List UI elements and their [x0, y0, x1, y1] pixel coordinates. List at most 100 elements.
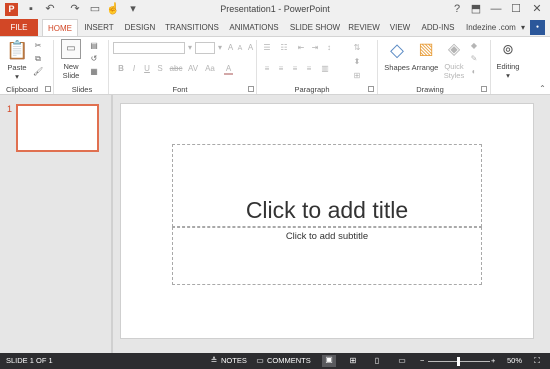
notes-button[interactable]: NOTES — [221, 353, 247, 369]
reset-icon[interactable]: ↺ — [88, 54, 100, 63]
editing-dropdown-icon[interactable]: ▾ — [493, 71, 523, 80]
character-spacing-button[interactable]: AV — [187, 64, 199, 73]
grow-font-icon[interactable]: A — [226, 43, 235, 52]
convert-to-smartart-icon[interactable]: ⊞ — [352, 71, 362, 80]
reading-view-icon[interactable]: ▯ — [372, 356, 382, 366]
shrink-font-icon[interactable]: A — [236, 44, 244, 53]
change-case-button[interactable]: Aa — [204, 64, 216, 73]
align-left-icon[interactable]: ≡ — [262, 64, 272, 73]
tab-animations[interactable]: ANIMATIONS — [225, 19, 283, 36]
maximize-button[interactable]: ☐ — [507, 1, 525, 17]
comments-icon[interactable]: ▭ — [255, 356, 265, 366]
increase-indent-icon[interactable]: ⇥ — [310, 43, 320, 52]
undo-icon[interactable]: ↶ — [43, 2, 57, 16]
text-shadow-button[interactable]: S — [156, 64, 164, 73]
shape-effects-icon[interactable]: ◐ — [469, 67, 479, 76]
paste-dropdown-icon[interactable]: ▾ — [3, 72, 31, 81]
shape-outline-icon[interactable]: ✎ — [469, 54, 479, 63]
fit-to-window-icon[interactable]: ⛶ — [532, 356, 542, 366]
underline-button[interactable]: U — [143, 64, 151, 73]
ribbon-display-options-button[interactable]: ⬒ — [467, 1, 485, 17]
justify-icon[interactable]: ≡ — [304, 64, 314, 73]
align-center-icon[interactable]: ≡ — [276, 64, 286, 73]
ribbon-tabs: FILE HOME INSERT DESIGN TRANSITIONS ANIM… — [0, 19, 550, 37]
shapes-icon[interactable]: ◇ — [386, 39, 408, 61]
new-slide-icon[interactable]: ▭ — [61, 39, 81, 59]
format-painter-icon[interactable]: 🖌 — [33, 67, 43, 76]
decrease-indent-icon[interactable]: ⇤ — [296, 43, 306, 52]
line-spacing-icon[interactable]: ↕ — [324, 43, 334, 52]
clear-formatting-icon[interactable]: A — [246, 43, 255, 52]
avatar[interactable]: ● — [530, 20, 545, 35]
font-launcher-icon[interactable] — [248, 86, 254, 92]
customize-qat-icon[interactable]: ▾ — [126, 2, 140, 16]
paste-button[interactable]: Paste — [3, 63, 31, 72]
account-caret-icon[interactable]: ▾ — [521, 19, 525, 36]
font-name-input[interactable] — [113, 42, 185, 54]
tab-home[interactable]: HOME — [42, 19, 78, 37]
clipboard-launcher-icon[interactable] — [45, 86, 51, 92]
font-name-dropdown-icon[interactable]: ▾ — [186, 43, 194, 52]
align-right-icon[interactable]: ≡ — [290, 64, 300, 73]
font-size-input[interactable] — [195, 42, 215, 54]
redo-icon[interactable]: ↷ — [68, 2, 82, 16]
quick-styles-icon[interactable]: ◈ — [444, 39, 464, 61]
comments-button[interactable]: COMMENTS — [267, 353, 311, 369]
font-color-button[interactable]: A — [224, 64, 233, 75]
arrange-button[interactable]: Arrange — [409, 63, 441, 72]
help-button[interactable]: ? — [448, 1, 466, 17]
close-button[interactable]: ✕ — [528, 1, 546, 17]
zoom-in-button[interactable]: + — [491, 353, 495, 369]
tab-review[interactable]: REVIEW — [346, 19, 382, 36]
tab-add-ins[interactable]: ADD-INS — [418, 19, 458, 36]
slide-show-view-icon[interactable]: ▭ — [397, 356, 407, 366]
start-from-beginning-icon[interactable]: ▭ — [88, 2, 102, 16]
quick-styles-button[interactable]: Quick Styles — [440, 62, 468, 80]
minimize-button[interactable]: — — [487, 1, 505, 17]
tab-slide-show[interactable]: SLIDE SHOW — [287, 19, 343, 36]
tab-file[interactable]: FILE — [0, 19, 38, 36]
binoculars-icon[interactable]: ⊚ — [499, 39, 517, 59]
text-direction-icon[interactable]: ⇅ — [352, 43, 362, 52]
subtitle-placeholder-text[interactable]: Click to add subtitle — [172, 231, 482, 242]
save-icon[interactable]: ▪ — [24, 2, 38, 16]
collapse-ribbon-icon[interactable]: ⌃ — [538, 84, 547, 93]
arrange-icon[interactable]: ▧ — [415, 39, 437, 61]
italic-button[interactable]: I — [130, 64, 138, 73]
bold-button[interactable]: B — [117, 64, 125, 73]
shape-fill-icon[interactable]: ◆ — [469, 41, 479, 50]
title-placeholder-text[interactable]: Click to add title — [172, 197, 482, 224]
numbering-icon[interactable]: ☷ — [278, 43, 290, 52]
slide-sorter-view-icon[interactable]: ⊞ — [348, 356, 358, 366]
tab-design[interactable]: DESIGN — [121, 19, 159, 36]
editing-button[interactable]: Editing — [493, 62, 523, 71]
paste-icon[interactable]: 📋 — [6, 39, 28, 61]
normal-view-icon[interactable]: ▣ — [322, 355, 336, 367]
strikethrough-button[interactable]: abc — [169, 64, 183, 73]
align-text-icon[interactable]: ⬍ — [352, 57, 362, 66]
slide-thumbnail-number: 1 — [7, 104, 13, 114]
ribbon: 📋 Paste ▾ ✂ ⧉ 🖌 Clipboard ▭ New Slide ▤ … — [0, 36, 550, 95]
account-name[interactable]: Indezine .com — [466, 19, 516, 36]
zoom-out-button[interactable]: − — [420, 353, 424, 369]
drawing-launcher-icon[interactable] — [481, 86, 487, 92]
touch-mode-icon[interactable]: ☝ — [106, 2, 120, 16]
layout-icon[interactable]: ▤ — [88, 41, 100, 50]
slide-thumbnail[interactable] — [16, 104, 99, 152]
tab-view[interactable]: VIEW — [386, 19, 414, 36]
shapes-button[interactable]: Shapes — [382, 63, 412, 72]
zoom-level[interactable]: 50% — [507, 353, 522, 369]
tab-insert[interactable]: INSERT — [80, 19, 118, 36]
tab-transitions[interactable]: TRANSITIONS — [162, 19, 222, 36]
copy-icon[interactable]: ⧉ — [33, 54, 43, 63]
paragraph-launcher-icon[interactable] — [368, 86, 374, 92]
pane-splitter[interactable] — [111, 95, 113, 353]
columns-icon[interactable]: ▥ — [320, 64, 330, 73]
bullets-icon[interactable]: ☰ — [261, 43, 273, 52]
new-slide-button[interactable]: New Slide — [56, 62, 86, 80]
cut-icon[interactable]: ✂ — [33, 41, 43, 50]
zoom-slider-thumb[interactable] — [457, 357, 460, 366]
font-size-dropdown-icon[interactable]: ▾ — [216, 43, 224, 52]
section-icon[interactable]: ▦ — [88, 67, 100, 76]
notes-icon[interactable]: ≙ — [209, 356, 219, 366]
